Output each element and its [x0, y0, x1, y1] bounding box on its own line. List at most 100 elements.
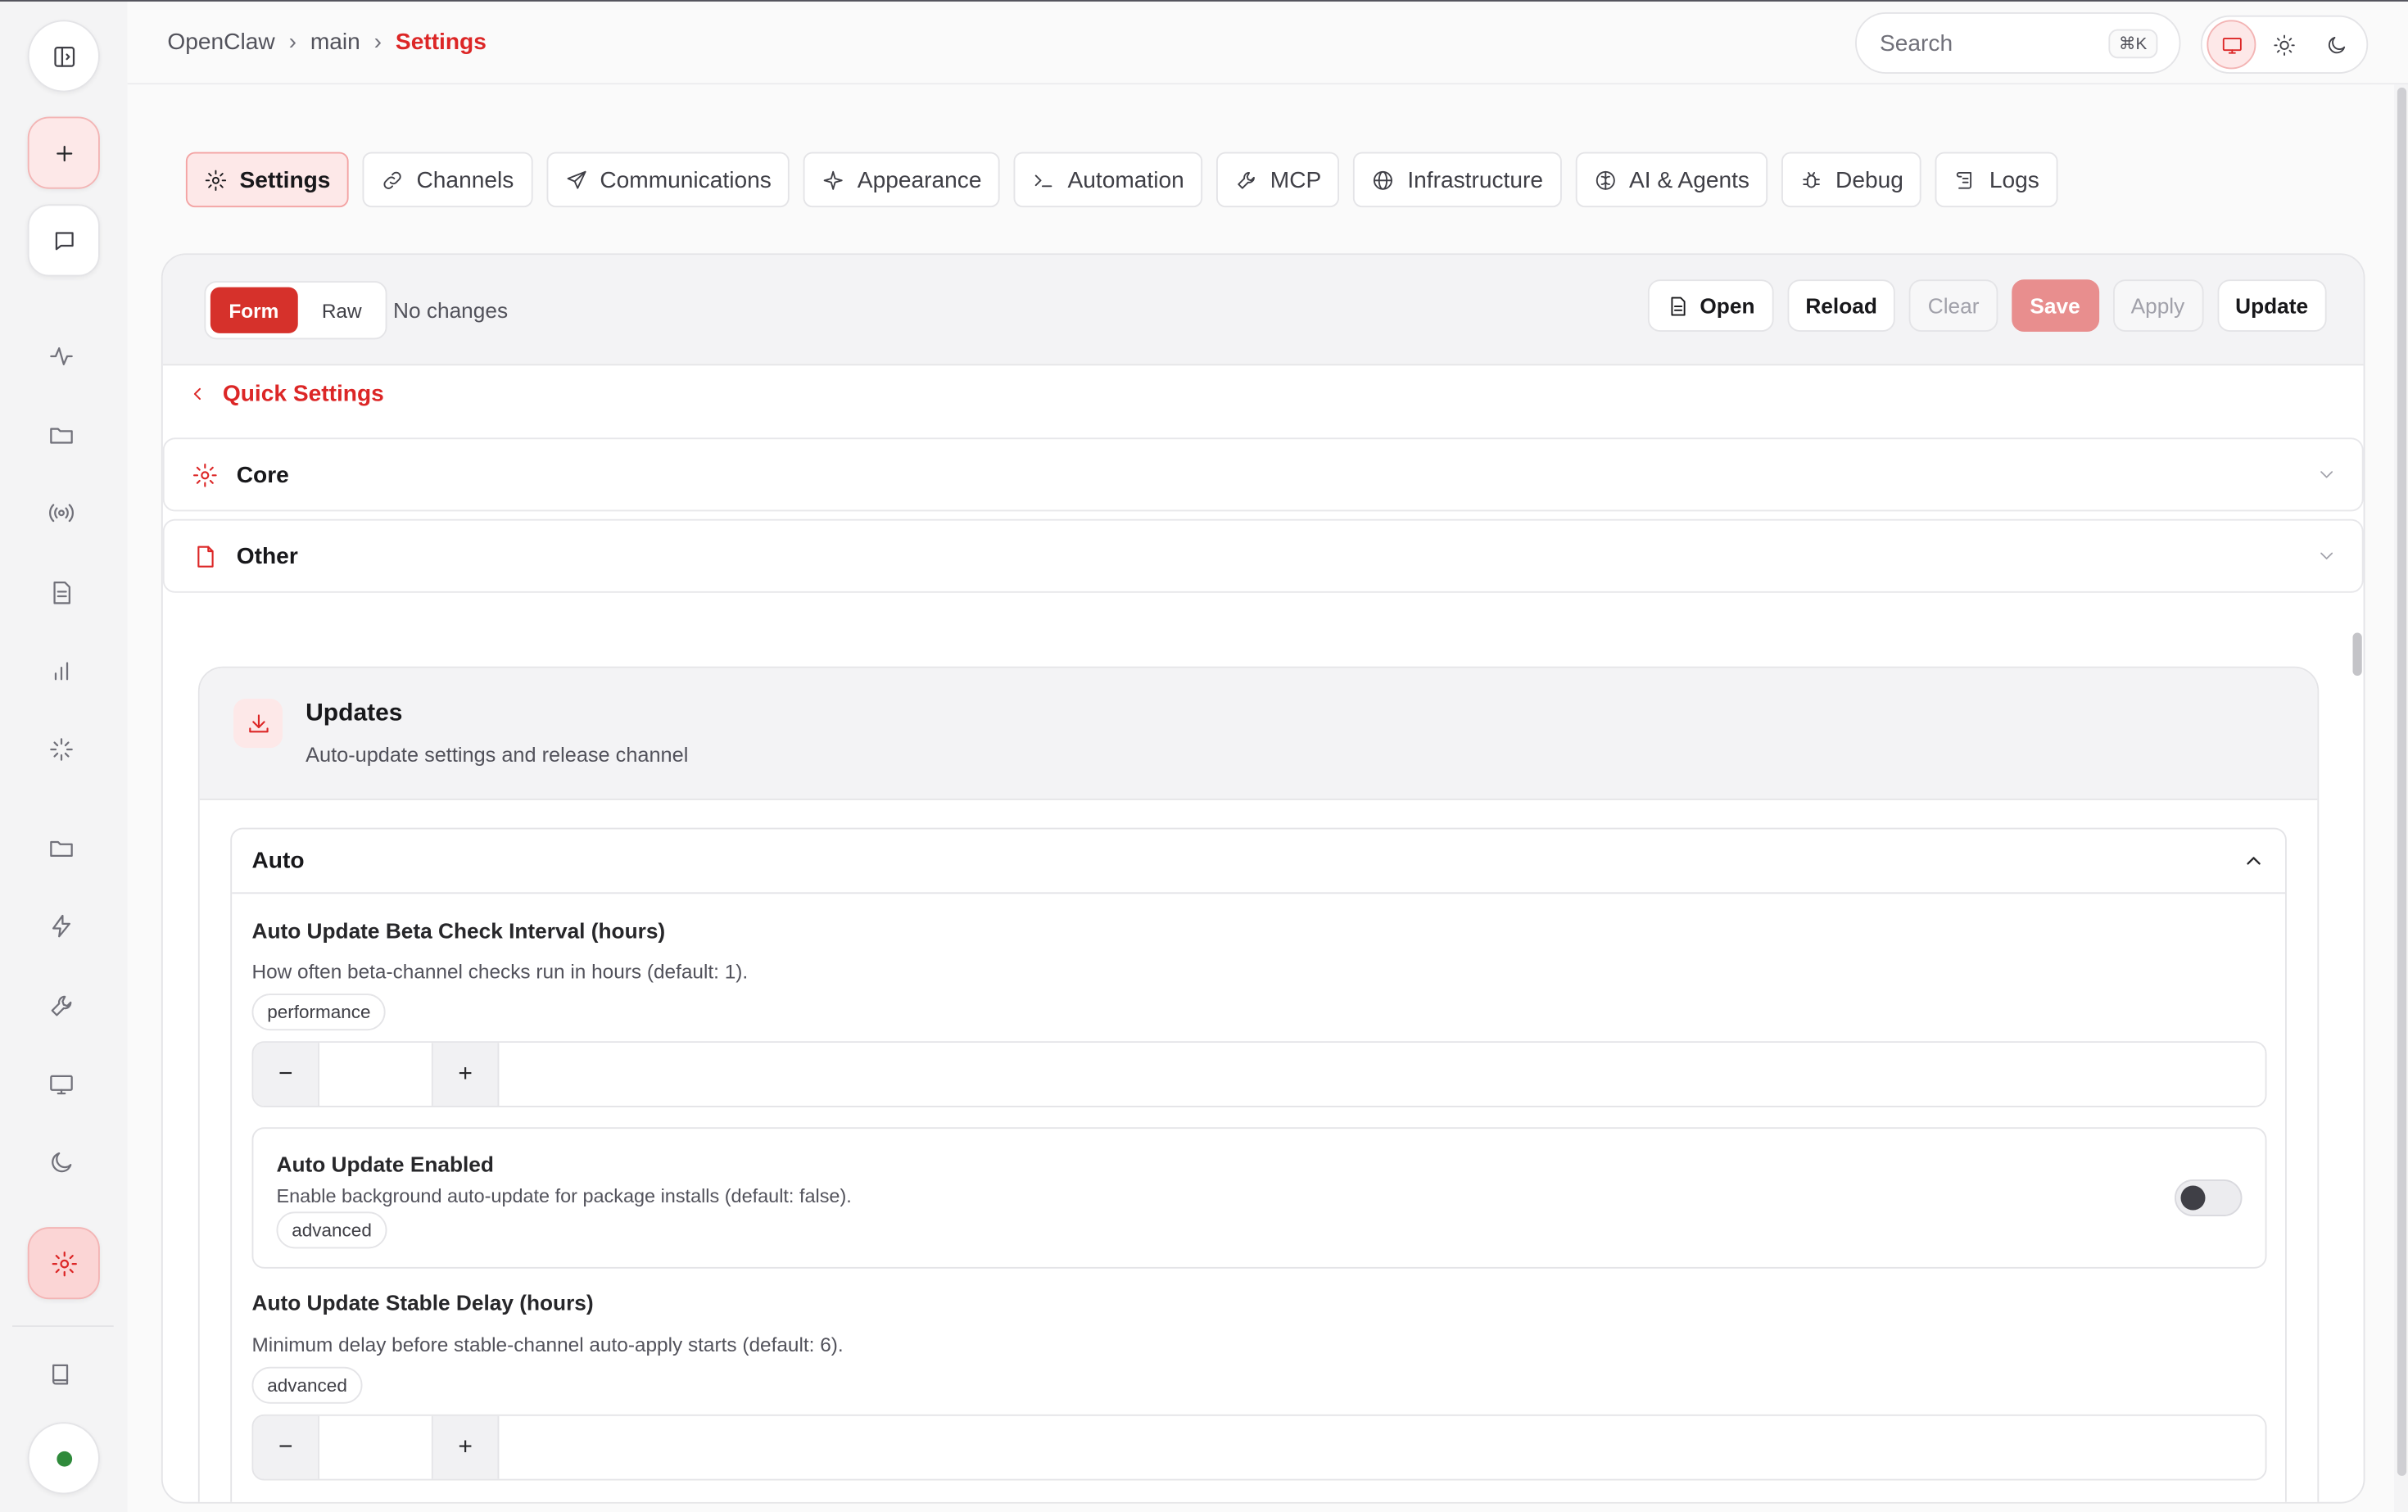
- wrench-icon: [51, 995, 72, 1016]
- decrement-button[interactable]: −: [253, 1415, 319, 1479]
- monitor-icon: [50, 1075, 73, 1095]
- tools-nav[interactable]: [48, 992, 79, 1023]
- tasks-nav[interactable]: [48, 736, 79, 767]
- section-other[interactable]: Other: [162, 518, 2364, 593]
- terminal-icon: [1035, 174, 1052, 187]
- devices-nav[interactable]: [48, 1071, 79, 1102]
- auto-group-chevron: [2243, 849, 2265, 872]
- tab-debug[interactable]: Debug: [1781, 152, 1922, 208]
- clear-button[interactable]: Clear: [1909, 279, 1998, 332]
- documents-nav[interactable]: [48, 579, 79, 610]
- section-core[interactable]: Core: [162, 437, 2364, 512]
- monitor-icon: [2221, 37, 2241, 53]
- loader-icon: [50, 738, 73, 761]
- globe-icon: [1374, 170, 1393, 189]
- activity-nav[interactable]: [48, 342, 79, 373]
- workspace-nav[interactable]: [48, 834, 79, 865]
- beta-interval-description: How often beta-channel checks run in hou…: [251, 959, 749, 983]
- updates-icon-wrap: [233, 699, 283, 749]
- broadcast-icon: [49, 504, 74, 523]
- auto-group-header[interactable]: Auto: [232, 830, 2285, 894]
- decrement-button[interactable]: −: [253, 1043, 319, 1106]
- folder-icon: [50, 428, 73, 444]
- apply-button[interactable]: Apply: [2112, 279, 2203, 332]
- stable-delay-tag: advanced: [251, 1366, 363, 1404]
- section-chevron: [2316, 545, 2338, 567]
- theme-system-button[interactable]: [2207, 20, 2256, 70]
- tab-automation[interactable]: Automation: [1013, 152, 1203, 208]
- quick-settings-link[interactable]: Quick Settings: [188, 381, 384, 407]
- section-core-icon-wrap: [192, 461, 218, 487]
- download-icon: [248, 713, 268, 732]
- chat-icon: [54, 231, 73, 250]
- rail-divider: [12, 1325, 114, 1327]
- file-icon: [197, 545, 214, 567]
- sidebar-toggle-icon: [53, 46, 75, 66]
- plus-icon: [56, 145, 72, 161]
- page-scrollbar-thumb[interactable]: [2397, 87, 2407, 1476]
- usage-nav[interactable]: [48, 658, 79, 689]
- stable-delay-stepper: − +: [251, 1414, 2267, 1481]
- settings-nav-button[interactable]: [27, 1227, 100, 1300]
- connection-status-button[interactable]: [27, 1422, 100, 1495]
- automations-nav[interactable]: [48, 912, 79, 944]
- stepper-spacer: [497, 1415, 2265, 1479]
- tab-label: Logs: [1989, 166, 2039, 193]
- chevron-left-icon: [193, 387, 201, 401]
- tab-communications[interactable]: Communications: [545, 152, 790, 208]
- tab-ai-agents[interactable]: AI & Agents: [1575, 152, 1768, 208]
- mode-form-button[interactable]: Form: [210, 287, 297, 333]
- toggle-knob: [2180, 1185, 2206, 1211]
- files-nav[interactable]: [48, 421, 79, 452]
- save-button[interactable]: Save: [2011, 279, 2099, 332]
- auto-update-enabled-description: Enable background auto-update for packag…: [276, 1185, 852, 1207]
- sun-icon: [2273, 34, 2294, 56]
- increment-button[interactable]: +: [432, 1043, 498, 1106]
- breadcrumb-current: Settings: [395, 29, 487, 56]
- new-session-button[interactable]: [27, 116, 100, 189]
- stable-delay-title: Auto Update Stable Delay (hours): [251, 1290, 594, 1315]
- breadcrumb-root[interactable]: OpenClaw: [167, 29, 274, 56]
- tab-label: Channels: [416, 166, 514, 193]
- breadcrumb-branch[interactable]: main: [310, 29, 360, 56]
- tab-appearance[interactable]: Appearance: [803, 152, 1001, 208]
- chat-button[interactable]: [27, 204, 100, 277]
- theme-light-button[interactable]: [2259, 20, 2308, 69]
- reload-button[interactable]: Reload: [1786, 279, 1896, 332]
- tab-settings[interactable]: Settings: [185, 152, 349, 208]
- app-rail: [0, 1, 128, 1512]
- search-placeholder: Search: [1880, 29, 1953, 57]
- auto-group-label: Auto: [251, 848, 305, 874]
- file-icon: [1671, 296, 1686, 315]
- updates-header: Updates Auto-update settings and release…: [199, 668, 2318, 800]
- beta-interval-input[interactable]: [318, 1043, 433, 1106]
- theme-dark-button[interactable]: [2311, 20, 2360, 69]
- update-button[interactable]: Update: [2216, 279, 2327, 332]
- theme-nav[interactable]: [48, 1149, 79, 1180]
- mode-raw-button[interactable]: Raw: [303, 287, 380, 333]
- stable-delay-description: Minimum delay before stable-channel auto…: [251, 1333, 844, 1356]
- search-input[interactable]: Search ⌘K: [1855, 12, 2181, 74]
- sidebar-toggle-button[interactable]: [27, 20, 100, 93]
- brain-icon: [1596, 170, 1615, 189]
- tab-label: Appearance: [857, 166, 982, 193]
- tab-label: AI & Agents: [1629, 166, 1750, 193]
- tab-infrastructure[interactable]: Infrastructure: [1353, 152, 1562, 208]
- lightning-icon: [52, 914, 70, 938]
- tab-logs[interactable]: Logs: [1935, 152, 2058, 208]
- theme-switcher: [2200, 15, 2369, 74]
- increment-button[interactable]: +: [432, 1415, 498, 1479]
- docs-nav[interactable]: [48, 1360, 79, 1392]
- auto-update-enabled-title: Auto Update Enabled: [276, 1152, 494, 1177]
- section-chevron: [2316, 464, 2338, 485]
- beta-interval-stepper: − +: [251, 1041, 2267, 1107]
- channels-nav[interactable]: [48, 499, 79, 530]
- stable-delay-input[interactable]: [318, 1415, 433, 1479]
- tab-mcp[interactable]: MCP: [1216, 152, 1340, 208]
- open-button[interactable]: Open: [1647, 279, 1773, 332]
- card-scrollbar-thumb[interactable]: [2352, 632, 2362, 676]
- toolbar-actions: Open Reload Clear Save Apply Update: [1647, 279, 2327, 332]
- tab-channels[interactable]: Channels: [362, 152, 532, 208]
- auto-update-enabled-toggle[interactable]: [2175, 1179, 2243, 1216]
- activity-icon: [50, 347, 73, 365]
